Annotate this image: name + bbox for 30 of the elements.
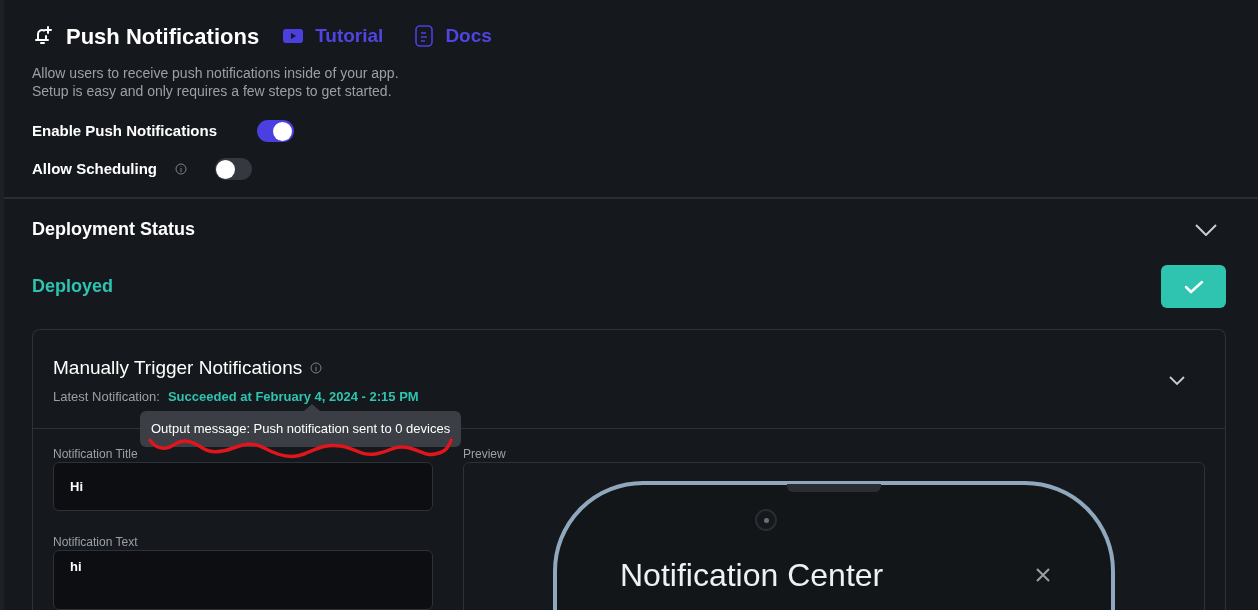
page-title: Push Notifications xyxy=(66,22,260,51)
toggle-switch[interactable] xyxy=(257,120,295,142)
section-title: Deployment Status xyxy=(32,218,196,241)
tooltip: Output message: Push notification sent to 0 devices xyxy=(140,411,462,447)
description-text: Setup is easy and only requires a few steps to get started. xyxy=(32,82,393,100)
close-icon[interactable] xyxy=(1035,567,1051,583)
description-text: Allow users to receive push notifications inside of your app. xyxy=(32,64,400,82)
notification-center-title: Notification Center xyxy=(620,556,884,595)
document-icon xyxy=(415,25,434,47)
card-title: Manually Trigger Notifications xyxy=(53,356,303,380)
setting-label: Allow Scheduling xyxy=(32,158,157,179)
check-button[interactable] xyxy=(1161,265,1226,308)
text-area[interactable]: hi xyxy=(53,550,433,610)
input-field[interactable]: Hi xyxy=(53,462,433,511)
check-icon xyxy=(1183,279,1204,294)
play-icon xyxy=(283,29,304,43)
bell-plus-icon xyxy=(32,25,54,47)
chevron-down-icon[interactable] xyxy=(1169,375,1185,385)
info-icon[interactable] xyxy=(175,163,187,175)
field-label: Notification Title xyxy=(53,446,139,461)
latest-label: Latest Notification: xyxy=(53,387,160,406)
field-label: Notification Text xyxy=(53,534,139,549)
setting-label: Enable Push Notifications xyxy=(32,120,218,141)
camera-icon xyxy=(755,509,777,531)
info-icon[interactable] xyxy=(310,362,323,375)
chevron-down-icon[interactable] xyxy=(1195,223,1217,236)
deployment-status: Deployed xyxy=(32,275,114,298)
preview-label: Preview xyxy=(463,446,507,461)
toggle-switch[interactable] xyxy=(215,158,252,180)
latest-value: Succeeded at February 4, 2024 - 2:15 PM xyxy=(167,387,419,406)
